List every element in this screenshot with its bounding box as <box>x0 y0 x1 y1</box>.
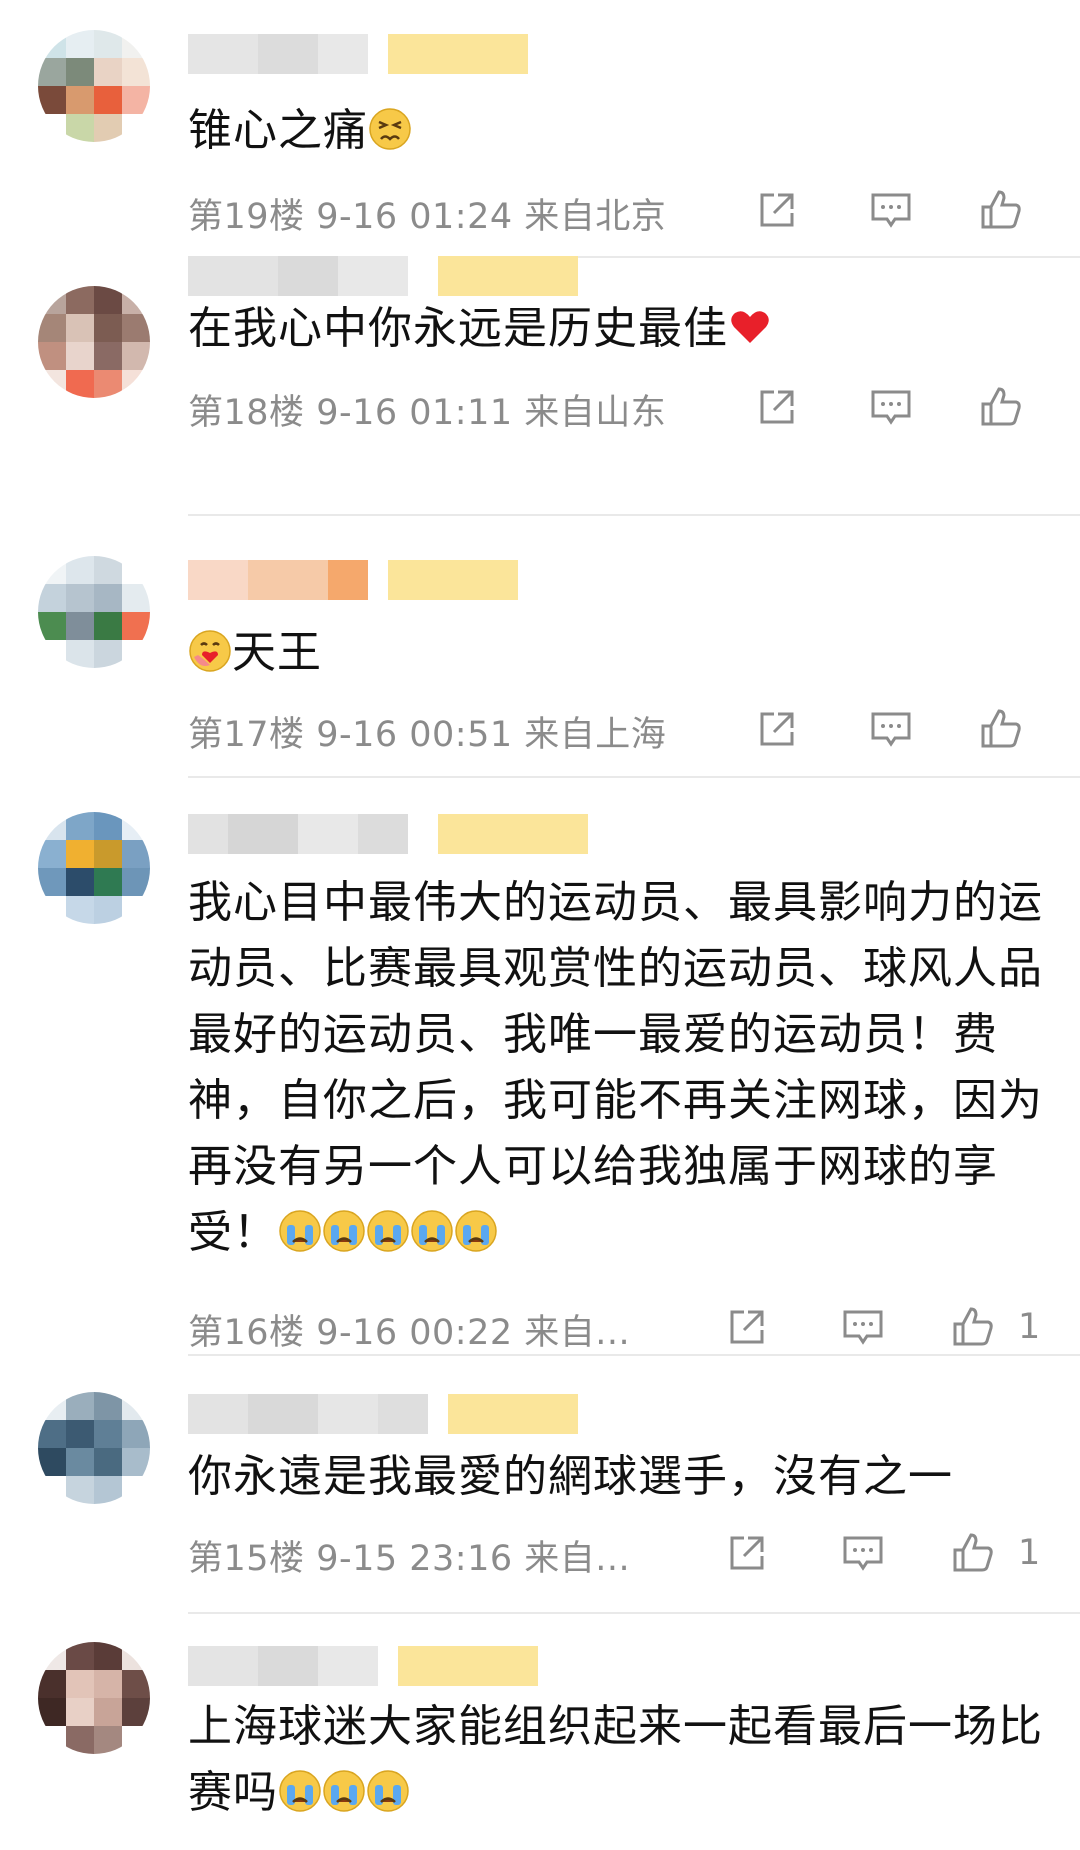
heart-emoji-icon <box>731 311 769 343</box>
share-button[interactable] <box>752 704 802 754</box>
cry-emoji-icon <box>323 1210 365 1252</box>
avatar[interactable] <box>38 812 150 924</box>
like-button[interactable] <box>976 382 1026 432</box>
comment-meta: 第19楼 9-16 01:24 来自北京 <box>188 188 666 239</box>
floor-number: 第19楼 <box>188 197 305 237</box>
cry-emoji-row <box>278 1767 410 1818</box>
like-count: 1 <box>1018 1307 1041 1347</box>
comment-location: 来自... <box>524 1313 631 1353</box>
avatar[interactable] <box>38 556 150 668</box>
comment-text: 锥心之痛 <box>188 98 1046 164</box>
share-button[interactable] <box>722 1528 772 1578</box>
username-blurred[interactable] <box>188 814 588 854</box>
cry-emoji-icon <box>411 1210 453 1252</box>
reply-button[interactable] <box>866 185 916 235</box>
floor-number: 第16楼 <box>188 1313 305 1353</box>
comment-time: 9-16 00:22 <box>316 1313 513 1353</box>
cry-emoji-icon <box>279 1210 321 1252</box>
like-button[interactable] <box>976 704 1026 754</box>
comment-meta: 第15楼 9-15 23:16 来自... <box>188 1530 630 1581</box>
cry-emoji-icon <box>323 1770 365 1812</box>
comment-text: 天王 <box>188 620 1046 686</box>
comment-text: 我心目中最伟大的运动员、最具影响力的运动员、比赛最具观赏性的运动员、球风人品最好… <box>188 877 1043 1258</box>
divider <box>188 1612 1080 1614</box>
like-button[interactable] <box>976 185 1026 235</box>
avatar[interactable] <box>38 30 150 142</box>
floor-number: 第17楼 <box>188 715 305 755</box>
cry-emoji-icon <box>279 1770 321 1812</box>
reply-button[interactable] <box>838 1528 888 1578</box>
like-count: 1 <box>1018 1533 1041 1573</box>
thumbs-up-icon <box>953 1307 993 1346</box>
comment-text: 在我心中你永远是历史最佳 <box>188 296 1046 362</box>
username-blurred[interactable] <box>188 1394 578 1434</box>
cry-emoji-icon <box>367 1770 409 1812</box>
comment-icon <box>843 1310 883 1345</box>
username-blurred[interactable] <box>188 34 528 74</box>
like-button[interactable] <box>948 1528 998 1578</box>
comment-time: 9-16 00:51 <box>316 715 513 755</box>
share-button[interactable] <box>752 185 802 235</box>
hug-emoji-icon <box>189 630 231 672</box>
username-blurred[interactable] <box>188 560 518 600</box>
divider <box>188 1354 1080 1356</box>
comment-time: 9-15 23:16 <box>316 1539 513 1579</box>
username-blurred[interactable] <box>188 1646 538 1686</box>
divider <box>188 776 1080 778</box>
comment-location: 来自上海 <box>524 715 667 755</box>
share-button[interactable] <box>752 382 802 432</box>
avatar[interactable] <box>38 1392 150 1504</box>
share-icon <box>760 390 794 424</box>
comment-meta: 第18楼 9-16 01:11 来自山东 <box>188 384 666 435</box>
cry-emoji-icon <box>455 1210 497 1252</box>
persevere-emoji-icon <box>369 108 411 150</box>
comment-location: 来自... <box>524 1539 631 1579</box>
comment-location: 来自北京 <box>524 197 667 237</box>
thumbs-up-icon <box>981 709 1021 748</box>
share-icon <box>730 1536 764 1570</box>
thumbs-up-icon <box>953 1533 993 1572</box>
avatar[interactable] <box>38 286 150 398</box>
floor-number: 第15楼 <box>188 1539 305 1579</box>
username-blurred[interactable] <box>188 256 578 296</box>
reply-button[interactable] <box>866 382 916 432</box>
thumbs-up-icon <box>981 190 1021 229</box>
comment-icon <box>871 193 911 228</box>
comment-time: 9-16 01:24 <box>316 197 513 237</box>
comment-meta: 第16楼 9-16 00:22 来自... <box>188 1304 630 1355</box>
comment-location: 来自山东 <box>524 393 667 433</box>
share-icon <box>760 712 794 746</box>
like-button[interactable] <box>948 1302 998 1352</box>
avatar[interactable] <box>38 1642 150 1754</box>
thumbs-up-icon <box>981 387 1021 426</box>
divider <box>188 514 1080 516</box>
comment-time: 9-16 01:11 <box>316 393 513 433</box>
comment-icon <box>871 390 911 425</box>
cry-emoji-row <box>278 1207 498 1258</box>
comment-icon <box>843 1536 883 1571</box>
comment-text: 你永遠是我最愛的網球選手，沒有之一 <box>188 1451 953 1502</box>
share-button[interactable] <box>722 1302 772 1352</box>
comment-icon <box>871 712 911 747</box>
share-icon <box>730 1310 764 1344</box>
share-icon <box>760 193 794 227</box>
reply-button[interactable] <box>838 1302 888 1352</box>
comment-text: 上海球迷大家能组织起来一起看最后一场比赛吗 <box>188 1701 1043 1818</box>
cry-emoji-icon <box>367 1210 409 1252</box>
comment-meta: 第17楼 9-16 00:51 来自上海 <box>188 706 666 757</box>
reply-button[interactable] <box>866 704 916 754</box>
floor-number: 第18楼 <box>188 393 305 433</box>
